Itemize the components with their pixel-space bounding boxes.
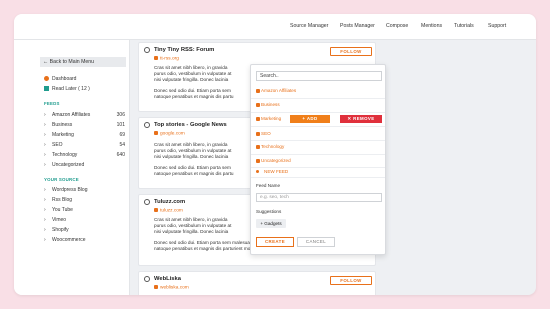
dropdown-feed-item[interactable]: Uncategorized <box>256 158 291 163</box>
suggestions-label: Suggestions <box>256 209 282 214</box>
feed-item[interactable]: › Technology 640 <box>44 151 125 159</box>
source-item[interactable]: › Shopify <box>44 226 125 234</box>
bookmark-icon <box>44 86 49 92</box>
divider <box>251 154 385 155</box>
divider <box>251 167 385 168</box>
chevron-right-icon: › <box>44 227 46 233</box>
chevron-right-icon: › <box>44 207 46 213</box>
card-text: nisi vulputate fringilla. Donec lacinia <box>154 229 229 234</box>
divider <box>251 112 385 113</box>
divider <box>251 177 385 178</box>
plus-icon <box>256 170 259 174</box>
card-title[interactable]: Tuluzz.com <box>154 199 185 205</box>
dropdown-feed-item[interactable]: Business <box>256 102 280 107</box>
dropdown-feed-item[interactable]: Technology <box>256 144 284 149</box>
card-source-link[interactable]: tuluzz.com <box>154 208 183 213</box>
back-to-main-menu[interactable]: ← Back to Main Menu <box>40 57 126 67</box>
external-link-icon <box>154 285 158 289</box>
cancel-button[interactable]: CANCEL <box>297 237 335 247</box>
feed-item[interactable]: › Uncategorized <box>44 161 125 169</box>
chevron-right-icon: › <box>44 152 46 158</box>
rss-source-icon <box>144 276 150 282</box>
feed-item[interactable]: › Business 101 <box>44 121 125 129</box>
nav-source-manager[interactable]: Source Manager <box>290 23 328 29</box>
divider <box>251 126 385 127</box>
divider <box>251 140 385 141</box>
new-feed-button[interactable]: NEW FEED <box>256 169 288 174</box>
chevron-right-icon: › <box>44 237 46 243</box>
follow-dropdown: Search.. Amazon Affiliates Business Mark… <box>250 64 386 255</box>
card-text: nisi vulputate fringilla. Donec lacinia <box>154 77 229 82</box>
nav-compose[interactable]: Compose <box>386 23 408 29</box>
source-item[interactable]: › Woocommerce <box>44 236 125 244</box>
rss-icon <box>256 158 260 163</box>
dropdown-feed-item[interactable]: Amazon Affiliates <box>256 88 296 93</box>
feeds-heading: FEEDS <box>44 101 60 106</box>
suggestion-chip[interactable]: + Gadgets <box>256 219 286 228</box>
dropdown-feed-item[interactable]: SEO <box>256 131 271 136</box>
rss-icon <box>256 102 260 107</box>
card-text: natoque penatibus et magnis dis partu <box>154 94 234 99</box>
add-button[interactable]: + ADD <box>290 115 330 123</box>
card-text: natoque penatibus et magnis dis partu <box>154 171 234 176</box>
source-item[interactable]: › Vimeo <box>44 216 125 224</box>
external-link-icon <box>154 56 158 60</box>
nav-support[interactable]: Support <box>488 23 506 29</box>
chevron-right-icon: › <box>44 197 46 203</box>
nav-tutorials[interactable]: Tutorials <box>454 23 474 29</box>
rss-source-icon <box>144 122 150 128</box>
rss-icon <box>256 116 260 121</box>
divider <box>251 98 385 99</box>
card-source-link[interactable]: google.com <box>154 131 185 136</box>
your-source-heading: YOUR SOURCE <box>44 177 79 182</box>
external-link-icon <box>154 208 158 212</box>
sidebar-item-read-later[interactable]: Read Later ( 12 ) <box>44 86 90 92</box>
remove-button[interactable]: ✕ REMOVE <box>340 115 382 123</box>
card-source-link[interactable]: tt-rss.org <box>154 56 179 61</box>
rss-source-icon <box>144 47 150 53</box>
external-link-icon <box>154 131 158 135</box>
feed-name-label: Feed Name <box>256 183 281 188</box>
card-title[interactable]: WebLiska <box>154 276 181 282</box>
card-source-link[interactable]: webliska.com <box>154 285 189 290</box>
feed-card: WebLiska webliska.com FOLLOW <box>138 271 376 295</box>
feed-item[interactable]: › Marketing 69 <box>44 131 125 139</box>
top-navigation: Source Manager Posts Manager Compose Men… <box>14 14 536 40</box>
card-title[interactable]: Tiny Tiny RSS: Forum <box>154 47 214 53</box>
dashboard-icon <box>44 76 49 82</box>
arrow-left-icon: ← <box>43 59 50 65</box>
source-item[interactable]: › Rss Blog <box>44 196 125 204</box>
source-item[interactable]: › Wordpress Blog <box>44 186 125 194</box>
source-item[interactable]: › You Tube <box>44 206 125 214</box>
chevron-right-icon: › <box>44 187 46 193</box>
chevron-right-icon: › <box>44 112 46 118</box>
rss-icon <box>256 144 260 149</box>
sidebar-item-dashboard[interactable]: Dashboard <box>44 76 76 82</box>
nav-posts-manager[interactable]: Posts Manager <box>340 23 375 29</box>
chevron-right-icon: › <box>44 132 46 138</box>
card-title[interactable]: Top stories - Google News <box>154 122 227 128</box>
dropdown-feed-item[interactable]: Marketing <box>256 116 281 121</box>
follow-button[interactable]: FOLLOW <box>330 47 372 56</box>
feed-name-input[interactable]: e.g. seo, tech <box>256 193 382 202</box>
app-window: Source Manager Posts Manager Compose Men… <box>14 14 536 295</box>
rss-icon <box>256 131 260 136</box>
chevron-right-icon: › <box>44 142 46 148</box>
sidebar: ← Back to Main Menu Dashboard Read Later… <box>14 40 130 295</box>
nav-mentions[interactable]: Mentions <box>421 23 442 29</box>
rss-source-icon <box>144 199 150 205</box>
feed-item[interactable]: › Amazon Affiliates 306 <box>44 111 125 119</box>
chevron-right-icon: › <box>44 217 46 223</box>
follow-button[interactable]: FOLLOW <box>330 276 372 285</box>
feed-search-input[interactable]: Search.. <box>256 71 382 81</box>
create-button[interactable]: CREATE <box>256 237 294 247</box>
feed-item[interactable]: › SEO 54 <box>44 141 125 149</box>
chevron-right-icon: › <box>44 162 46 168</box>
chevron-right-icon: › <box>44 122 46 128</box>
rss-icon <box>256 88 260 93</box>
card-text: nisi vulputate fringilla. Donec lacinia <box>154 154 229 159</box>
